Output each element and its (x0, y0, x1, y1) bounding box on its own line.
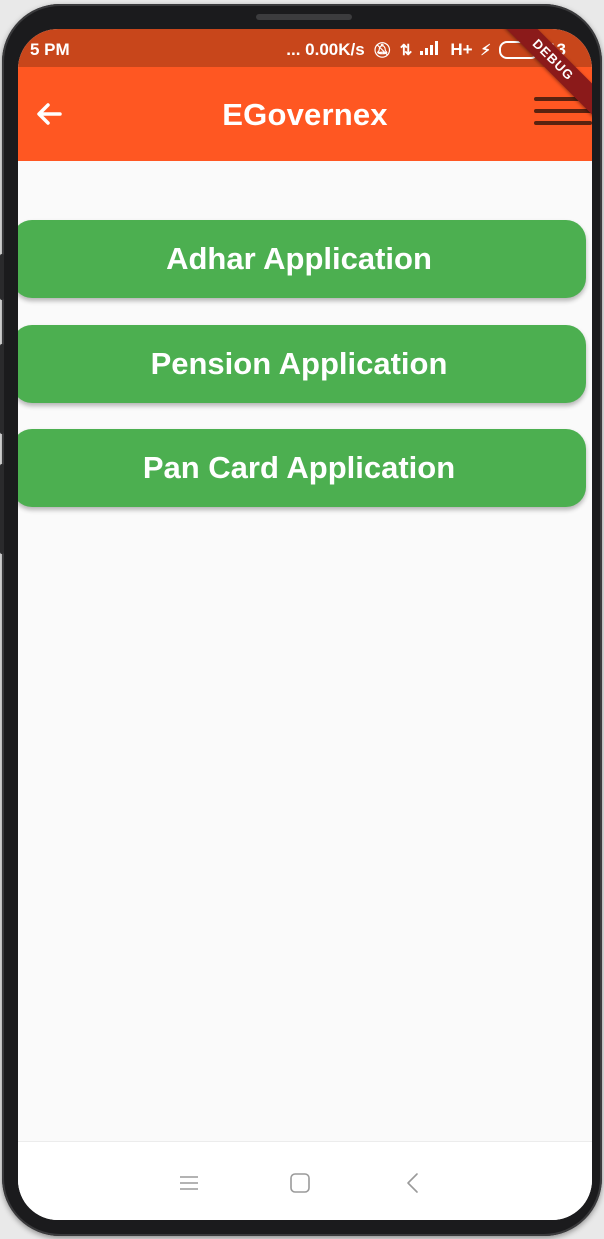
signal-icon (420, 41, 442, 59)
home-icon[interactable] (285, 1168, 315, 1198)
adhar-application-button[interactable]: Adhar Application (18, 220, 586, 298)
page-title: EGovernex (222, 97, 388, 132)
back-icon[interactable] (398, 1168, 428, 1198)
app-bar: EGovernex (18, 67, 592, 161)
notifications-off-icon: 🔕︎ (372, 42, 392, 59)
pension-application-button[interactable]: Pension Application (18, 325, 586, 403)
phone-frame: 5 PM ... 0.00K/s 🔕︎ ⇅ H+ ⚡︎ 13 (0, 4, 602, 1236)
screen: 5 PM ... 0.00K/s 🔕︎ ⇅ H+ ⚡︎ 13 (18, 29, 592, 1220)
volume-down-key (0, 344, 4, 434)
status-time: 5 PM (30, 40, 70, 59)
recents-icon[interactable] (174, 1168, 204, 1198)
network-speed: ... 0.00K/s (286, 40, 365, 59)
charging-icon: ⚡︎ (480, 42, 492, 59)
pan-card-application-button[interactable]: Pan Card Application (18, 429, 586, 507)
power-key (0, 464, 4, 554)
earpiece-speaker (256, 14, 352, 20)
status-bar: 5 PM ... 0.00K/s 🔕︎ ⇅ H+ ⚡︎ 13 (18, 29, 592, 67)
system-nav-bar (18, 1141, 592, 1220)
data-arrows-icon: ⇅ (399, 42, 413, 59)
volume-up-key (0, 254, 4, 300)
network-type: H+ (450, 40, 473, 59)
